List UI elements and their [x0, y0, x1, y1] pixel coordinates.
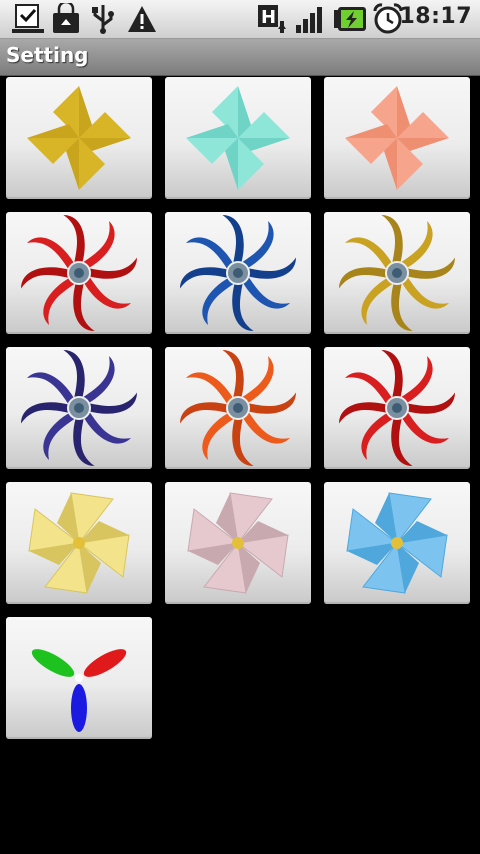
pinwheel-option-7[interactable] — [6, 347, 152, 469]
battery-charging-icon — [334, 7, 366, 31]
status-time: 18:17 — [399, 4, 472, 29]
pinwheel-option-12[interactable] — [324, 482, 470, 604]
usb-icon — [92, 5, 114, 34]
pinwheel-option-1[interactable] — [6, 77, 152, 199]
pinwheel-paper-icon — [187, 492, 289, 594]
pinwheel-curved-icon — [339, 215, 455, 331]
pinwheel-option-10[interactable] — [6, 482, 152, 604]
pinwheel-option-3[interactable] — [324, 77, 470, 199]
pinwheel-option-4[interactable] — [6, 212, 152, 334]
pinwheel-tri-icon — [31, 649, 127, 732]
warning-icon — [128, 6, 156, 32]
signal-strength-icon — [296, 7, 322, 33]
pinwheel-curved-icon — [339, 350, 455, 466]
pinwheel-option-11[interactable] — [165, 482, 311, 604]
pinwheel-origami-icon — [345, 86, 449, 190]
pinwheel-paper-icon — [28, 492, 130, 594]
pinwheel-option-8[interactable] — [165, 347, 311, 469]
pinwheel-origami-icon — [186, 86, 290, 190]
title-bar: Setting — [0, 39, 480, 76]
pinwheel-paper-icon — [346, 492, 448, 594]
pinwheel-option-13[interactable] — [6, 617, 152, 739]
hspa-data-icon: H — [258, 5, 286, 33]
store-bag-icon — [53, 3, 79, 33]
pinwheel-option-9[interactable] — [324, 347, 470, 469]
pinwheel-curved-icon — [180, 215, 296, 331]
pinwheel-curved-icon — [180, 350, 296, 466]
svg-text:H: H — [261, 7, 276, 28]
status-bar: H 18:17 — [0, 0, 480, 39]
pinwheel-option-6[interactable] — [324, 212, 470, 334]
pinwheel-option-2[interactable] — [165, 77, 311, 199]
pinwheel-curved-icon — [21, 215, 137, 331]
page-title: Setting — [6, 43, 89, 67]
pinwheel-curved-icon — [21, 350, 137, 466]
download-done-icon — [12, 4, 44, 33]
pinwheel-option-5[interactable] — [165, 212, 311, 334]
pinwheel-origami-icon — [27, 86, 131, 190]
